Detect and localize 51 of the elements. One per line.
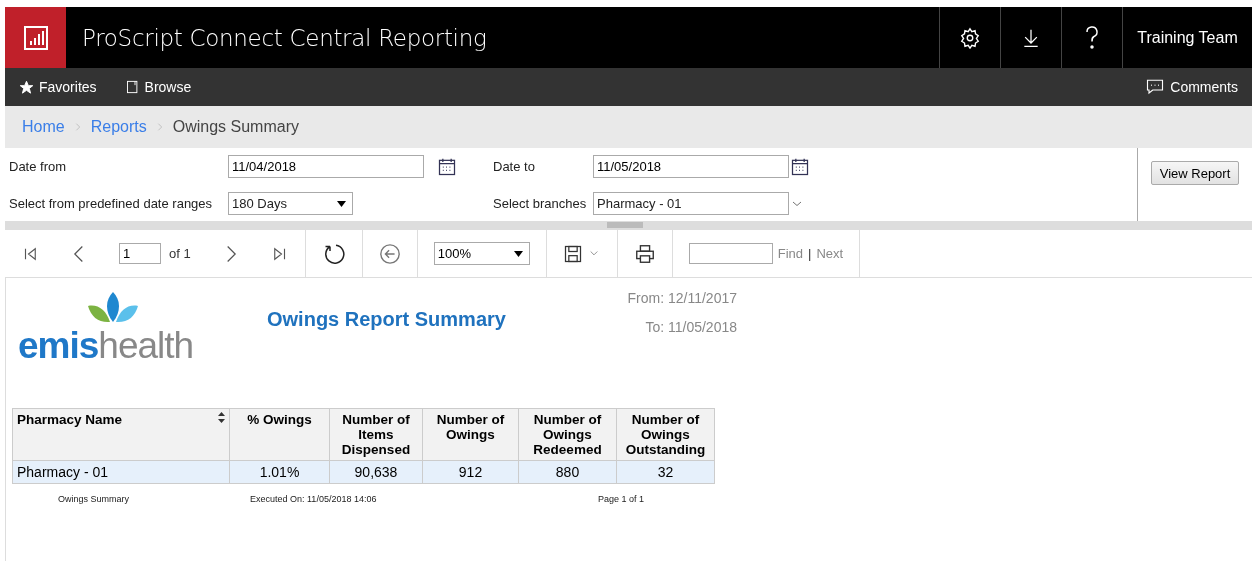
dropdown-arrow-icon <box>337 200 346 207</box>
column-header: Number of Owings <box>422 408 519 461</box>
zoom-select[interactable]: 100% <box>433 242 530 265</box>
column-header: % Owings <box>229 408 330 461</box>
date-from-text: From: 12/11/2017 <box>627 290 737 306</box>
column-header: Number of Owings Redeemed <box>518 408 617 461</box>
page-count: of 1 <box>169 246 191 261</box>
footer-executed-on: Executed On: 11/05/2018 14:06 <box>250 494 378 504</box>
help-icon <box>1084 24 1100 51</box>
nav-link[interactable]: Browse <box>124 79 192 95</box>
app-title: ProScript Connect Central Reporting <box>82 24 487 51</box>
find-field[interactable] <box>688 243 773 264</box>
link-separator: | <box>808 246 812 261</box>
field-label: Select branches <box>493 196 588 211</box>
comments-button[interactable]: Comments <box>1145 78 1238 96</box>
field-label: Date from <box>9 159 68 174</box>
book-icon <box>124 79 140 95</box>
settings-icon <box>959 26 981 49</box>
branches-select[interactable]: Pharmacy - 01 <box>593 192 789 215</box>
nav-link[interactable]: Favorites <box>19 79 97 95</box>
printer-icon <box>633 242 656 265</box>
field-label: Date to <box>493 159 536 174</box>
column-header[interactable]: Pharmacy Name <box>12 408 230 461</box>
breadcrumb-link[interactable]: Owings Summary <box>172 118 299 136</box>
bar-chart-icon <box>22 24 49 51</box>
save-icon <box>562 243 583 264</box>
dropdown-arrow-icon <box>513 250 523 257</box>
report-title: Owings Report Summary <box>267 308 507 332</box>
table-cell: Pharmacy - 01 <box>12 460 230 484</box>
back-button[interactable] <box>378 242 401 265</box>
splitter-handle[interactable] <box>606 222 643 228</box>
next-link[interactable]: Next <box>816 246 844 261</box>
calendar-icon <box>436 156 458 177</box>
find-link[interactable]: Find <box>777 246 803 261</box>
date-to-text: To: 11/05/2018 <box>645 319 737 335</box>
star-icon <box>19 79 34 95</box>
footer-page-number: Page 1 of 1 <box>598 494 646 504</box>
footer-report-name: Owings Summary <box>57 494 130 504</box>
column-header: Number of Owings Outstanding <box>616 408 715 461</box>
print-button[interactable] <box>633 242 656 265</box>
logo-text: emishealth <box>18 326 194 366</box>
column-header: Number of Items Dispensed <box>329 408 423 461</box>
calendar-icon <box>789 156 811 177</box>
page-number-field[interactable]: 1 <box>119 243 161 264</box>
sort-icon <box>218 412 225 423</box>
date-to-field[interactable]: 11/05/2018 <box>593 155 789 178</box>
comment-icon <box>1145 78 1166 96</box>
date-range-select[interactable]: 180 Days <box>228 192 353 215</box>
view-report-button[interactable]: View Report <box>1150 161 1240 185</box>
field-label: Select from predefined date ranges <box>9 196 214 211</box>
date-from-field[interactable]: 11/04/2018 <box>228 155 424 178</box>
